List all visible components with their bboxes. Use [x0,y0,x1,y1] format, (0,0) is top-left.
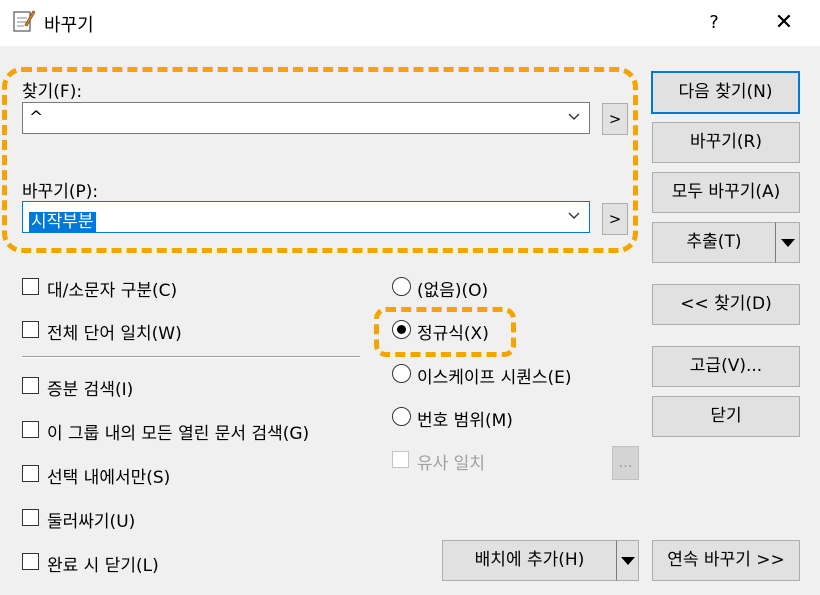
close-when-done-label[interactable]: 완료 시 닫기(L) [47,551,159,576]
match-case-label[interactable]: 대/소문자 구분(C) [47,276,177,301]
mode-regex-label[interactable]: 정규식(X) [417,319,489,344]
dropdown-arrow-icon [781,239,795,247]
replace-combobox[interactable]: 시작부분 [22,201,590,233]
mode-escape-label[interactable]: 이스케이프 시퀀스(E) [417,363,572,388]
all-docs-checkbox[interactable] [22,421,39,438]
mode-range-radio[interactable] [392,407,411,426]
whole-word-checkbox[interactable] [22,321,39,338]
dropdown-arrow-icon [621,557,635,565]
window-title: 바꾸기 [44,15,94,36]
find-next-button[interactable]: 다음 찾기(N) [651,71,800,114]
batch-dropdown[interactable] [616,540,639,581]
mode-none-label[interactable]: (없음)(O) [417,276,488,301]
divider [22,356,360,358]
chevron-down-icon[interactable] [567,209,581,223]
close-button[interactable]: 닫기 [652,396,800,437]
selection-only-checkbox[interactable] [22,465,39,482]
continuous-replace-button[interactable]: 연속 바꾸기 >> [652,540,800,581]
similar-match-label: 유사 일치 [417,454,485,474]
find-prev-button[interactable]: << 찾기(D) [652,284,800,325]
mode-escape-radio[interactable] [392,364,411,383]
selection-only-label[interactable]: 선택 내에서만(S) [47,463,170,488]
wrap-around-label[interactable]: 둘러싸기(U) [47,507,135,532]
similar-settings-button: ... [612,446,639,480]
all-docs-label[interactable]: 이 그룹 내의 모든 열린 문서 검색(G) [47,419,309,444]
similar-match-checkbox [392,451,409,468]
match-case-checkbox[interactable] [22,278,39,295]
advanced-button[interactable]: 고급(V)... [652,346,800,387]
radio-selected-dot [397,325,406,334]
mode-range-label[interactable]: 번호 범위(M) [417,406,513,431]
whole-word-label[interactable]: 전체 단어 일치(W) [47,319,182,344]
replace-button[interactable]: 바꾸기(R) [652,122,800,163]
mode-regex-radio[interactable] [392,320,411,339]
find-combobox[interactable]: ^ [22,102,590,134]
find-value: ^ [29,108,44,128]
incremental-checkbox[interactable] [22,377,39,394]
close-window-button[interactable]: ✕ [770,9,798,37]
chevron-down-icon[interactable] [567,110,581,124]
notepad-icon [13,10,35,32]
help-button[interactable]: ? [700,9,728,37]
find-browse-button[interactable]: > [602,103,628,135]
incremental-label[interactable]: 증분 검색(I) [47,375,133,400]
replace-value: 시작부분 [29,212,96,232]
extract-button[interactable]: 추출(T) [652,222,775,263]
mode-none-radio[interactable] [392,277,411,296]
add-to-batch-button[interactable]: 배치에 추가(H) [442,540,616,581]
title-bar: 바꾸기 ? ✕ [0,0,820,46]
replace-browse-button[interactable]: > [602,203,628,235]
replace-all-button[interactable]: 모두 바꾸기(A) [652,172,800,213]
find-label: 찾기(F): [22,82,83,102]
replace-label: 바꾸기(P): [22,182,99,202]
close-when-done-checkbox[interactable] [22,553,39,570]
extract-dropdown[interactable] [775,222,800,263]
wrap-around-checkbox[interactable] [22,509,39,526]
